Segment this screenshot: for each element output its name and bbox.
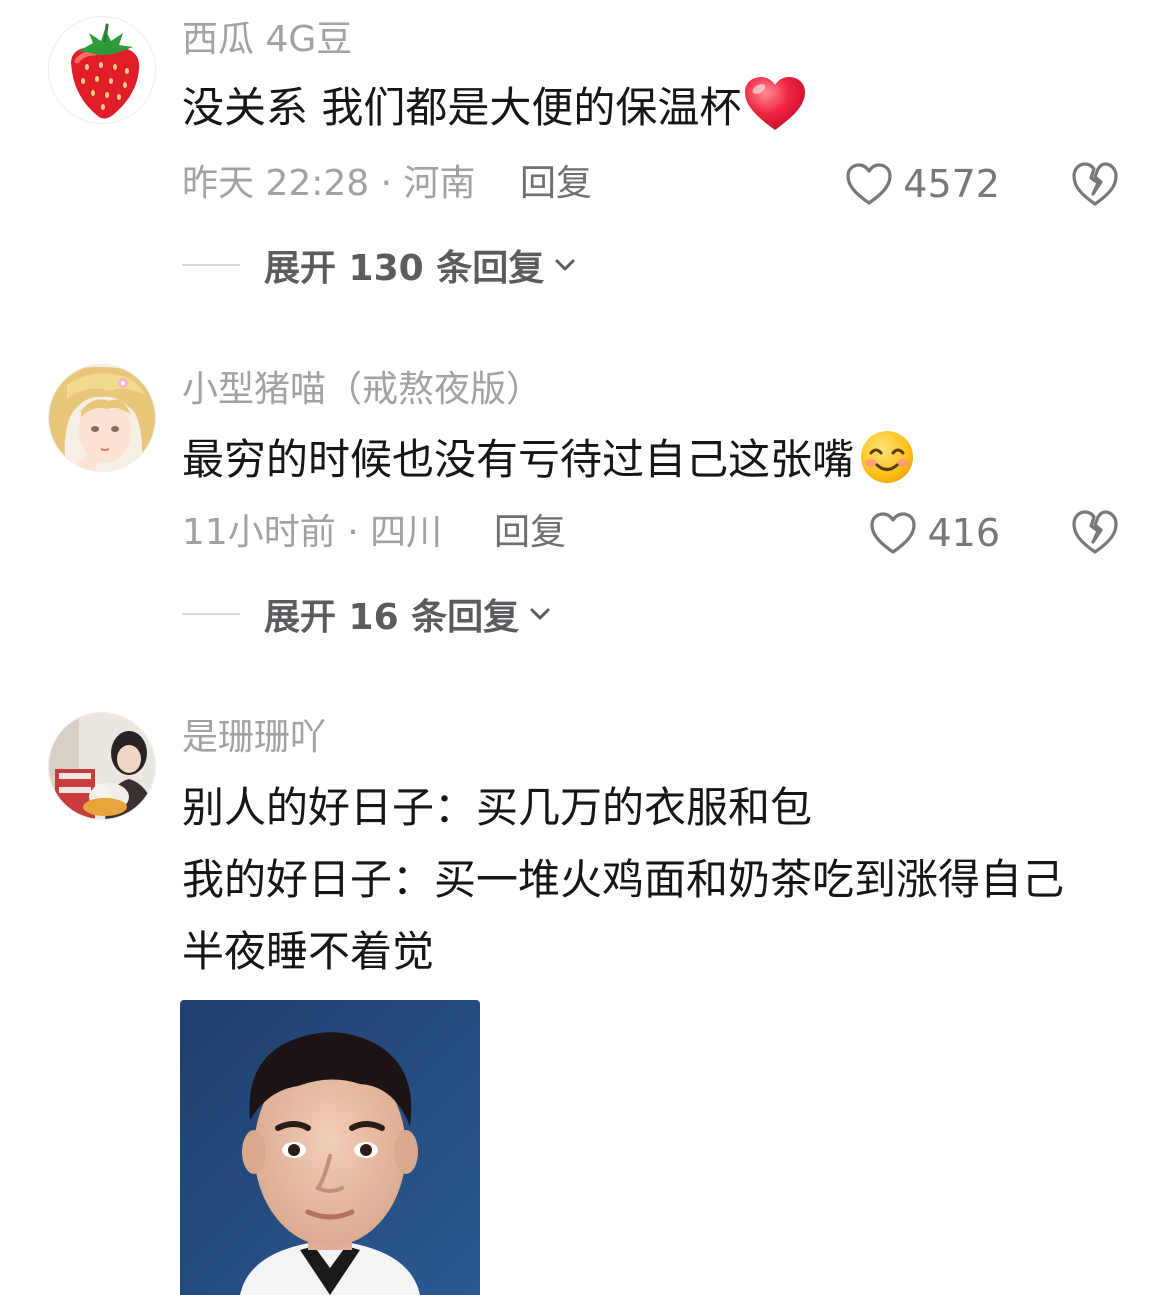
chevron-down-icon [530,608,550,620]
avatar[interactable] [48,712,156,820]
comment-text: 没关系 我们都是大便的保温杯 [182,72,807,154]
broken-heart-icon [1072,510,1118,554]
attached-image[interactable] [180,1000,480,1295]
heart-outline-icon [846,163,892,205]
comment-meta: 昨天 22:28 · 河南 [182,163,476,204]
comment-text-line: 我的好日子：买一堆火鸡面和奶茶吃到涨得自己 [182,855,1065,904]
like-count: 4572 [903,162,1000,206]
username[interactable]: 西瓜 4G豆 [182,18,352,62]
reply-button[interactable]: 回复 [520,162,592,206]
avatar[interactable] [48,16,156,124]
comment-item: 小型猪喵（戒熬夜版） 最穷的时候也没有亏待过自己这张嘴 11小时前 · 四川 回… [0,350,1170,670]
heart-outline-icon [870,512,917,554]
comment-meta: 11小时前 · 四川 [182,512,443,553]
smiling-face-icon [856,428,918,506]
anime-character-icon [49,365,155,471]
comment-item: 西瓜 4G豆 没关系 我们都是大便的保温杯 昨天 22:28 · 河南 回复 4… [0,0,1170,320]
like-button[interactable]: 4572 [845,159,1000,209]
reply-button[interactable]: 回复 [494,511,566,555]
red-heart-icon [743,76,807,154]
comment-text: 最穷的时候也没有亏待过自己这张嘴 [182,424,918,506]
like-count: 416 [927,511,1000,555]
comment-text-line: 别人的好日子：买几万的衣服和包 [182,783,813,832]
comment-text: 别人的好日子：买几万的衣服和包 我的好日子：买一堆火鸡面和奶茶吃到涨得自己 半夜… [182,772,1064,988]
chevron-down-icon [555,259,575,271]
divider [182,264,240,266]
username[interactable]: 是珊珊吖 [182,716,326,760]
expand-replies-button[interactable]: 展开 16 条回复 [182,592,553,638]
photo-of-man-icon [180,1000,480,1295]
broken-heart-icon [1072,162,1118,206]
comment-text-line: 没关系 我们都是大便的保温杯 [182,83,742,132]
avatar[interactable] [48,364,156,472]
strawberry-icon [49,17,155,123]
expand-replies-label: 展开 130 条回复 [264,248,545,289]
expand-replies-label: 展开 16 条回复 [264,597,520,638]
comment-text-line: 半夜睡不着觉 [182,927,435,976]
dislike-button[interactable] [1071,508,1119,556]
expand-replies-button[interactable]: 展开 130 条回复 [182,243,578,289]
like-button[interactable]: 416 [869,508,1000,558]
comment-item: 是珊珊吖 别人的好日子：买几万的衣服和包 我的好日子：买一堆火鸡面和奶茶吃到涨得… [0,700,1170,1295]
user-photo-icon [49,713,155,819]
username[interactable]: 小型猪喵（戒熬夜版） [182,368,542,412]
comment-text-line: 最穷的时候也没有亏待过自己这张嘴 [182,435,855,484]
divider [182,613,240,615]
dislike-button[interactable] [1071,160,1119,208]
